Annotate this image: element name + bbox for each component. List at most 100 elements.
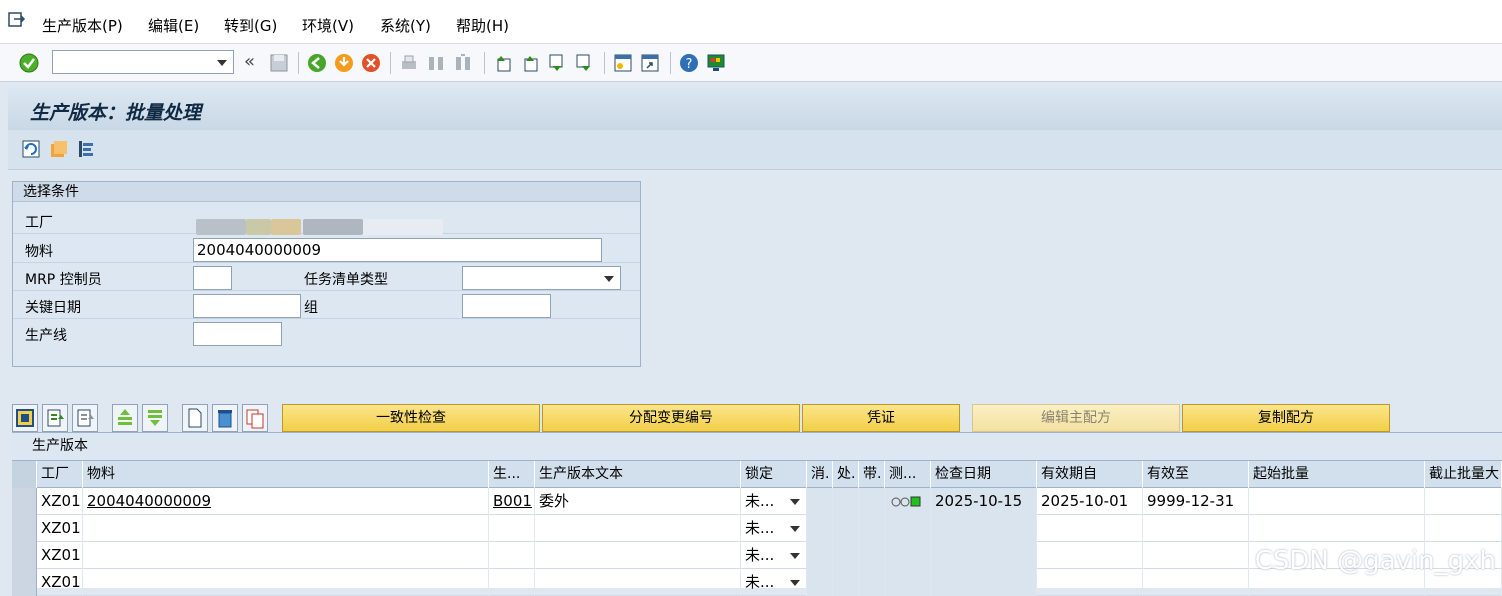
header-to-lot-size[interactable]: 截止批量大 [1425,461,1502,488]
chevron-down-icon[interactable] [604,276,614,282]
cell-production-version[interactable] [489,569,535,596]
cancel-icon[interactable] [360,52,382,74]
cell-production-version[interactable] [489,542,535,569]
cell-production-version[interactable] [489,515,535,542]
header-plant[interactable]: 工厂 [37,461,83,488]
header-valid-from[interactable]: 有效期自 [1037,461,1143,488]
delete-button[interactable] [212,404,238,432]
tasklist-type-select[interactable] [462,266,621,290]
cell-material[interactable] [83,569,489,596]
header-valid-to[interactable]: 有效至 [1143,461,1249,488]
version-link[interactable]: B001 [493,492,532,510]
menu-edit[interactable]: 编辑(E) [148,15,199,36]
row-selector[interactable] [12,542,37,569]
production-line-input[interactable] [193,322,282,346]
cell-version-text[interactable] [535,542,741,569]
table-row[interactable]: XZ01 未... [12,515,1502,542]
cell-version-text[interactable]: 委外 [535,488,741,515]
cell-lock-select[interactable]: 未... [741,488,807,515]
last-page-icon[interactable] [573,52,595,74]
header-from-lot-size[interactable]: 起始批量 [1249,461,1425,488]
row-selector[interactable] [12,515,37,542]
first-page-icon[interactable] [492,52,514,74]
copy-recipe-button[interactable]: 复制配方 [1182,404,1390,432]
header-with[interactable]: 带. [859,461,885,488]
select-all-button[interactable] [12,404,38,432]
header-version-text[interactable]: 生产版本文本 [535,461,741,488]
menu-production-version[interactable]: 生产版本(P) [42,15,123,36]
command-field[interactable] [52,50,234,74]
enter-check-icon[interactable] [18,52,40,74]
row-selector[interactable] [12,569,37,596]
cell-production-version[interactable]: B001 [489,488,535,515]
cell-lock-select[interactable]: 未... [741,515,807,542]
cell-valid-from[interactable] [1037,515,1143,542]
cell-valid-to[interactable]: 9999-12-31 [1143,488,1249,515]
header-production-version[interactable]: 生... [489,461,535,488]
next-page-icon[interactable] [546,52,568,74]
previous-page-icon[interactable] [519,52,541,74]
cell-to-lot-size[interactable] [1425,515,1502,542]
header-lock[interactable]: 锁定 [741,461,807,488]
cell-from-lot-size[interactable] [1249,488,1425,515]
row-selector[interactable] [12,488,37,515]
cell-from-lot-size[interactable] [1249,515,1425,542]
menu-icon[interactable] [8,12,26,28]
chevron-down-icon[interactable] [790,580,800,586]
voucher-button[interactable]: 凭证 [802,404,960,432]
header-test[interactable]: 测... [885,461,931,488]
consistency-check-button[interactable]: 一致性检查 [282,404,540,432]
create-button[interactable] [182,404,208,432]
cell-valid-from[interactable]: 2025-10-01 [1037,488,1143,515]
print-icon[interactable] [398,52,420,74]
copy-object-icon[interactable] [48,138,70,160]
customize-layout-icon[interactable] [705,52,727,74]
cell-material[interactable] [83,515,489,542]
material-input[interactable]: 2004040000009 [193,238,602,262]
chevron-down-icon[interactable] [790,499,800,505]
key-date-input[interactable] [193,294,301,318]
material-link[interactable]: 2004040000009 [87,492,211,510]
header-row-selector[interactable] [12,461,37,488]
cell-lock-select[interactable]: 未... [741,542,807,569]
header-check-date[interactable]: 检查日期 [931,461,1037,488]
table-row[interactable]: XZ01 2004040000009 B001 委外 未... 2025-10-… [12,488,1502,515]
assign-change-number-button[interactable]: 分配变更编号 [542,404,800,432]
cell-lock-select[interactable]: 未... [741,569,807,596]
copy-button[interactable] [242,404,268,432]
shortcut-icon[interactable] [639,52,661,74]
cell-valid-from[interactable] [1037,569,1143,596]
double-chevron-left-icon[interactable]: « [244,51,255,72]
menu-system[interactable]: 系统(Y) [380,15,431,36]
cell-valid-to[interactable] [1143,515,1249,542]
find-icon[interactable] [425,52,447,74]
edit-master-recipe-button[interactable]: 编辑主配方 [972,404,1180,432]
menu-goto[interactable]: 转到(G) [224,15,277,36]
chevron-down-icon[interactable] [790,526,800,532]
menu-help[interactable]: 帮助(H) [456,15,509,36]
cell-valid-to[interactable] [1143,542,1249,569]
cell-material[interactable] [83,542,489,569]
chevron-down-icon[interactable] [790,553,800,559]
cell-to-lot-size[interactable] [1425,488,1502,515]
refresh-icon[interactable] [20,138,42,160]
hierarchy-icon[interactable] [76,138,98,160]
chevron-down-icon[interactable] [217,60,227,66]
sort-ascending-button[interactable] [112,404,138,432]
cell-version-text[interactable] [535,569,741,596]
mrp-controller-input[interactable] [193,266,232,290]
save-icon[interactable] [268,52,290,74]
header-material[interactable]: 物料 [83,461,489,488]
back-icon[interactable] [306,52,328,74]
select-block-button[interactable] [42,404,68,432]
menu-environment[interactable]: 环境(V) [302,15,354,36]
header-processing[interactable]: 处. [833,461,859,488]
cell-valid-from[interactable] [1037,542,1143,569]
find-next-icon[interactable] [452,52,474,74]
cell-version-text[interactable] [535,515,741,542]
group-input[interactable] [462,294,551,318]
deselect-all-button[interactable] [72,404,98,432]
sort-descending-button[interactable] [142,404,168,432]
exit-icon[interactable] [333,52,355,74]
cell-valid-to[interactable] [1143,569,1249,596]
